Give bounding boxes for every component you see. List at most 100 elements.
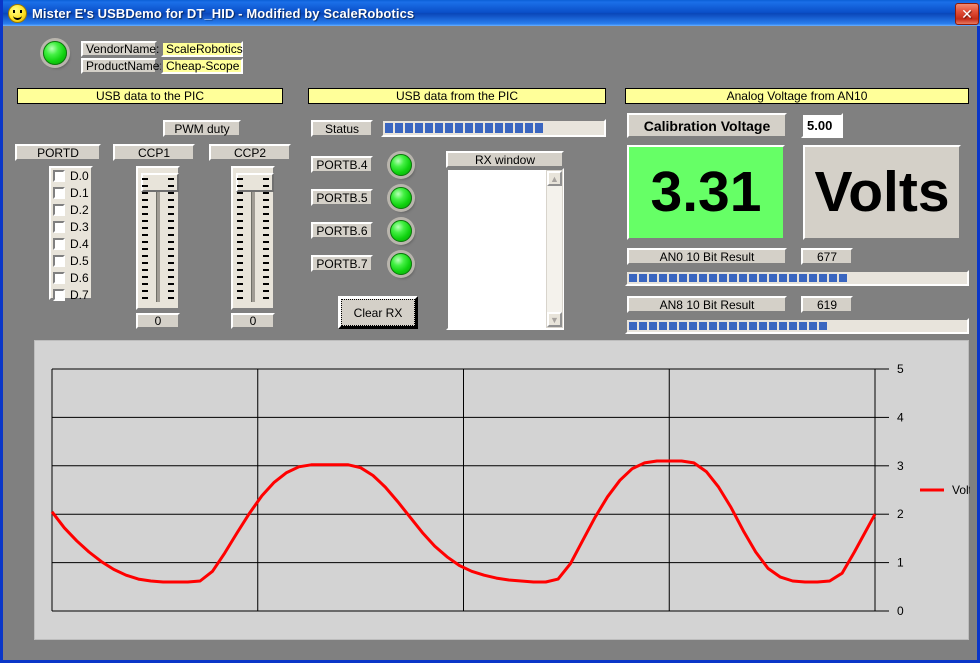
status-label: Status [311,120,373,137]
an0-segment [709,274,717,282]
an0-segment [749,274,757,282]
voltage-chart: 012345Volts [35,341,970,641]
slider-tick [168,262,174,264]
slider-tick [237,283,243,285]
portb-led-2 [390,220,412,242]
an8-segment [809,322,817,330]
slider-tick [237,227,243,229]
rx-window-scrollbar[interactable]: ▲ ▼ [546,170,563,328]
portb-label-3: PORTB.7 [311,255,373,272]
voltage-readout: 3.31 [627,145,785,240]
status-segment [415,123,423,133]
an8-segment [789,322,797,330]
calibration-voltage-input[interactable]: 5.00 [801,113,843,138]
clear-rx-button[interactable]: Clear RX [338,296,418,329]
checkbox-icon[interactable] [53,289,65,301]
status-segment [455,123,463,133]
an8-segment [779,322,787,330]
checkbox-icon[interactable] [53,255,65,267]
slider-tick [168,255,174,257]
slider-tick [168,220,174,222]
close-icon: ✕ [961,7,973,21]
portb-label-1: PORTB.5 [311,189,373,206]
title-bar: Mister E's USBDemo for DT_HID - Modified… [3,0,980,26]
checkbox-icon[interactable] [53,187,65,199]
an8-segment [659,322,667,330]
an8-segment [699,322,707,330]
portd-checkbox-d-2[interactable]: D.2 [53,202,123,218]
an0-segment [629,274,637,282]
scroll-down-button[interactable]: ▼ [547,312,562,327]
portd-checkbox-label: D.7 [70,288,89,302]
slider-tick [142,269,148,271]
slider-tick [168,234,174,236]
status-segment [495,123,503,133]
portd-checkbox-d-3[interactable]: D.3 [53,219,123,235]
portd-checkbox-label: D.4 [70,237,89,251]
portd-checkbox-label: D.5 [70,254,89,268]
checkbox-icon[interactable] [53,204,65,216]
an8-segment [709,322,717,330]
portb-label-2: PORTB.6 [311,222,373,239]
slider-tick [263,227,269,229]
portd-checkbox-label: D.2 [70,203,89,217]
close-button[interactable]: ✕ [955,3,979,25]
slider-tick [237,297,243,299]
checkbox-icon[interactable] [53,170,65,182]
portd-checkbox-label: D.6 [70,271,89,285]
ccp1-label: CCP1 [113,144,195,161]
slider-tick [142,290,148,292]
slider-tick [263,185,269,187]
portd-checkbox-label: D.3 [70,220,89,234]
ccp1-slider[interactable] [136,166,180,310]
slider-tick [263,255,269,257]
an0-segment [649,274,657,282]
analog-header: Analog Voltage from AN10 [625,88,969,104]
slider-tick [142,255,148,257]
connection-led [43,41,67,65]
window-title: Mister E's USBDemo for DT_HID - Modified… [32,6,414,21]
an0-value: 677 [801,248,853,265]
checkbox-icon[interactable] [53,238,65,250]
slider-tick [237,234,243,236]
portd-checkbox-d-6[interactable]: D.6 [53,270,123,286]
an0-progress-bar [625,270,969,286]
slider-tick [263,199,269,201]
ccp2-ticks-right [263,178,269,304]
an0-segment [799,274,807,282]
vendor-name-label: VendorName: [81,41,157,57]
portb-row: PORTB.7 [311,247,431,280]
slider-tick [142,283,148,285]
status-segment [525,123,533,133]
slider-tick [263,234,269,236]
an8-segment [739,322,747,330]
portd-checkbox-d-5[interactable]: D.5 [53,253,123,269]
ccp2-label: CCP2 [209,144,291,161]
slider-tick [168,290,174,292]
slider-tick [237,269,243,271]
ccp2-slider[interactable] [231,166,275,310]
ccp1-slider-track [156,178,160,302]
portd-checkbox-d-7[interactable]: D.7 [53,287,123,303]
scroll-up-button[interactable]: ▲ [547,171,562,186]
slider-tick [142,248,148,250]
an8-value: 619 [801,296,853,313]
checkbox-icon[interactable] [53,272,65,284]
an8-segment [749,322,757,330]
checkbox-icon[interactable] [53,221,65,233]
usb-to-pic-header: USB data to the PIC [17,88,283,104]
portd-checkbox-d-4[interactable]: D.4 [53,236,123,252]
an8-segment [639,322,647,330]
an0-segment [699,274,707,282]
an0-segment [839,274,847,282]
slider-tick [237,248,243,250]
slider-tick [168,248,174,250]
slider-tick [237,255,243,257]
slider-tick [142,185,148,187]
an0-segment [689,274,697,282]
portd-checkbox-d-0[interactable]: D.0 [53,168,123,184]
voltage-units: Volts [814,164,949,221]
portb-row: PORTB.6 [311,214,431,247]
portd-checkbox-d-1[interactable]: D.1 [53,185,123,201]
an0-segment [679,274,687,282]
